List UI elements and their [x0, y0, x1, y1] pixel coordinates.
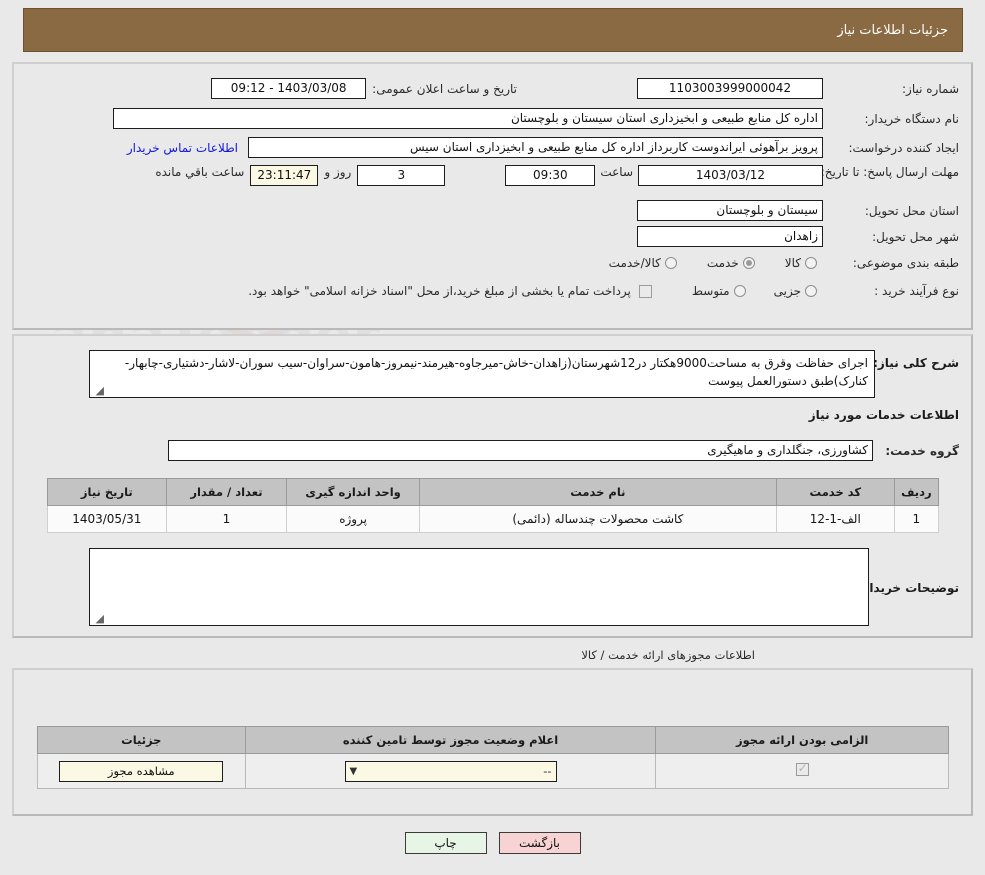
buyer-org-row: نام دستگاه خریدار: اداره کل منابع طبیعی …: [113, 108, 959, 129]
view-permit-button[interactable]: مشاهده مجوز: [59, 760, 224, 782]
footer-button-bar: بازگشت چاپ: [0, 832, 985, 854]
radio-icon-service[interactable]: [742, 257, 755, 269]
deadline-row: مهلت ارسال پاسخ: تا تاریخ: 1403/03/12 سا…: [155, 165, 959, 186]
purchase-process-row: نوع فرآیند خرید : جزیی متوسط پرداخت تمام…: [248, 284, 959, 298]
radio-process-medium[interactable]: متوسط: [692, 284, 746, 298]
permit-status-value: --: [543, 763, 552, 778]
need-number-label: شماره نیاز:: [902, 81, 959, 96]
radio-label-minor: جزیی: [773, 284, 801, 298]
radio-label-goods-service: کالا/خدمت: [608, 256, 661, 270]
radio-label-medium: متوسط: [691, 284, 730, 298]
cell-quantity: 1: [165, 505, 288, 533]
buyer-contact-link[interactable]: اطلاعات تماس خریدار: [127, 141, 238, 155]
need-number-field[interactable]: 1103003999000042: [637, 78, 823, 99]
radio-icon-medium[interactable]: [733, 285, 746, 297]
delivery-province-field[interactable]: سیستان و بلوچستان: [637, 200, 823, 221]
announce-datetime-field[interactable]: 1403/03/08 - 09:12: [211, 78, 367, 99]
print-button[interactable]: چاپ: [404, 832, 487, 854]
treasury-bond-note: پرداخت تمام یا بخشی از مبلغ خرید،از محل …: [248, 284, 631, 298]
col-permit-details: جزئیات: [37, 726, 246, 754]
buyer-notes-label: توضیحات خریدار:: [857, 581, 959, 595]
services-info-title: اطلاعات خدمات مورد نیاز: [808, 408, 959, 422]
buyer-org-label: نام دستگاه خریدار:: [864, 111, 960, 126]
delivery-province-label: استان محل تحویل:: [864, 203, 959, 218]
service-group-field[interactable]: کشاورزی، جنگلداری و ماهیگیری: [168, 440, 873, 461]
permit-required-checkbox: [795, 761, 809, 776]
radio-icon-goods[interactable]: [805, 257, 817, 269]
service-group-label: گروه خدمت:: [885, 443, 959, 458]
radio-icon-goods-service[interactable]: [664, 257, 677, 269]
service-group-row: گروه خدمت: کشاورزی، جنگلداری و ماهیگیری: [168, 440, 959, 461]
delivery-city-row: شهر محل تحویل: زاهدان: [637, 226, 959, 247]
overall-need-value: اجرای حفاظت وقرق به مساحت9000هکتار در12ش…: [124, 356, 868, 388]
col-need-date: تاریخ نیاز: [47, 478, 167, 506]
cell-name: کاشت محصولات چندساله (دائمی): [418, 505, 777, 533]
cell-need-date: 1403/05/31: [47, 505, 167, 533]
radio-category-service[interactable]: خدمت: [707, 256, 755, 270]
cell-row-no: 1: [893, 505, 940, 533]
need-number-row: شماره نیاز: 1103003999000042 تاریخ و ساع…: [211, 78, 959, 99]
cell-permit-status: ▼ --: [244, 753, 657, 789]
purchase-process-label: نوع فرآیند خرید :: [874, 284, 959, 298]
delivery-city-field[interactable]: زاهدان: [637, 226, 823, 247]
radio-process-minor[interactable]: جزیی: [774, 284, 817, 298]
deadline-label: مهلت ارسال پاسخ: تا تاریخ:: [820, 165, 959, 179]
treasury-bond-checkbox[interactable]: [638, 284, 652, 298]
deadline-date-field[interactable]: 1403/03/12: [638, 165, 823, 186]
days-remaining-label: روز و: [324, 165, 352, 179]
announce-datetime-label: تاریخ و ساعت اعلان عمومی:: [372, 81, 517, 96]
deadline-hour-field[interactable]: 09:30: [505, 165, 596, 186]
permits-section-title: اطلاعات مجوزهای ارائه خدمت / کالا: [581, 648, 755, 662]
back-button[interactable]: بازگشت: [498, 832, 581, 854]
service-table: ردیف کد خدمت نام خدمت واحد اندازه گیری ت…: [47, 478, 940, 533]
service-table-header-row: ردیف کد خدمت نام خدمت واحد اندازه گیری ت…: [47, 478, 940, 506]
main-info-panel: شماره نیاز: 1103003999000042 تاریخ و ساع…: [12, 62, 973, 330]
requester-row: ایجاد کننده درخواست: پرویز برآهوئی ایران…: [127, 137, 959, 158]
permit-status-select[interactable]: ▼ --: [344, 760, 557, 782]
cell-code: الف-1-12: [775, 505, 895, 533]
resize-grip-icon-2: ◢: [95, 612, 104, 625]
col-unit: واحد اندازه گیری: [286, 478, 420, 506]
time-remaining-label: ساعت باقي مانده: [155, 165, 245, 179]
col-code: کد خدمت: [775, 478, 895, 506]
overall-need-textarea[interactable]: اجرای حفاظت وقرق به مساحت9000هکتار در12ش…: [89, 350, 875, 398]
tender-detail-page: Tender anaTender جزئیات اطلاعات نیاز شما…: [0, 0, 985, 875]
time-remaining-field: 23:11:47: [250, 165, 319, 186]
col-name: نام خدمت: [418, 478, 777, 506]
table-row: 1 الف-1-12 کاشت محصولات چندساله (دائمی) …: [47, 505, 940, 533]
radio-label-service: خدمت: [706, 256, 739, 270]
page-header-bar: جزئیات اطلاعات نیاز: [23, 8, 963, 52]
permits-panel: الزامی بودن ارائه مجوز اعلام وضعیت مجوز …: [12, 668, 973, 816]
delivery-city-label: شهر محل تحویل:: [872, 229, 959, 244]
radio-category-goods[interactable]: کالا: [785, 256, 817, 270]
overall-need-label: شرح کلی نیاز:: [873, 356, 959, 370]
requester-field[interactable]: پرویز برآهوئی ایراندوست کاربرداز اداره ک…: [248, 137, 823, 158]
days-remaining-field[interactable]: 3: [357, 165, 446, 186]
col-row-no: ردیف: [893, 478, 940, 506]
delivery-province-row: استان محل تحویل: سیستان و بلوچستان: [637, 200, 959, 221]
buyer-notes-textarea[interactable]: ◢: [89, 548, 869, 626]
cell-permit-details: مشاهده مجوز: [37, 753, 246, 789]
col-permit-status: اعلام وضعیت مجوز توسط تامین کننده: [244, 726, 657, 754]
subject-category-label: طبقه بندی موضوعی:: [852, 256, 959, 270]
requester-label: ایجاد کننده درخواست:: [848, 140, 959, 155]
chevron-down-icon: ▼: [349, 765, 358, 777]
subject-category-row: طبقه بندی موضوعی: کالا خدمت کالا/خدمت: [609, 256, 959, 270]
permits-table: الزامی بودن ارائه مجوز اعلام وضعیت مجوز …: [37, 726, 949, 789]
col-permit-required: الزامی بودن ارائه مجوز: [655, 726, 949, 754]
page-title: جزئیات اطلاعات نیاز: [837, 22, 948, 38]
buyer-org-field[interactable]: اداره کل منابع طبیعی و ابخیزداری استان س…: [113, 108, 823, 129]
cell-permit-required: [655, 753, 949, 789]
deadline-hour-label: ساعت: [600, 165, 633, 179]
radio-label-goods: کالا: [784, 256, 801, 270]
description-panel: شرح کلی نیاز: اجرای حفاظت وقرق به مساحت9…: [12, 334, 973, 638]
col-quantity: تعداد / مقدار: [165, 478, 288, 506]
resize-grip-icon: ◢: [95, 384, 104, 397]
table-row: ▼ -- مشاهده مجوز: [37, 753, 949, 789]
cell-unit: پروژه: [286, 505, 420, 533]
radio-icon-minor[interactable]: [805, 285, 817, 297]
radio-category-goods-service[interactable]: کالا/خدمت: [609, 256, 677, 270]
permits-header-row: الزامی بودن ارائه مجوز اعلام وضعیت مجوز …: [37, 726, 949, 754]
